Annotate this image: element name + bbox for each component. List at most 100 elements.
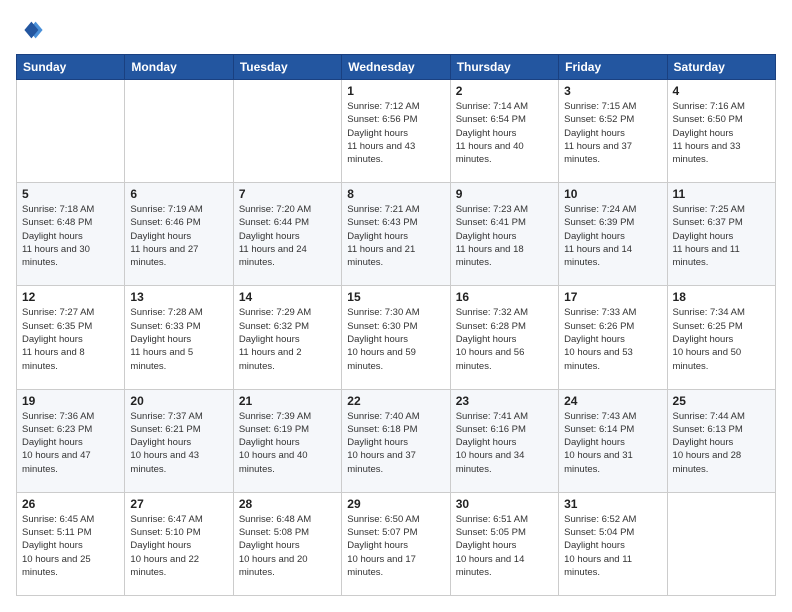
calendar-cell: 26 Sunrise: 6:45 AM Sunset: 5:11 PM Dayl… <box>17 492 125 595</box>
day-header-friday: Friday <box>559 55 667 80</box>
day-info: Sunrise: 6:47 AM Sunset: 5:10 PM Dayligh… <box>130 513 227 579</box>
day-info: Sunrise: 7:16 AM Sunset: 6:50 PM Dayligh… <box>673 100 770 166</box>
day-info: Sunrise: 7:41 AM Sunset: 6:16 PM Dayligh… <box>456 410 553 476</box>
day-info: Sunrise: 7:24 AM Sunset: 6:39 PM Dayligh… <box>564 203 661 269</box>
calendar-cell <box>233 80 341 183</box>
calendar-week-1: 5 Sunrise: 7:18 AM Sunset: 6:48 PM Dayli… <box>17 183 776 286</box>
logo <box>16 16 48 44</box>
day-info: Sunrise: 7:28 AM Sunset: 6:33 PM Dayligh… <box>130 306 227 372</box>
day-info: Sunrise: 7:12 AM Sunset: 6:56 PM Dayligh… <box>347 100 444 166</box>
day-info: Sunrise: 7:37 AM Sunset: 6:21 PM Dayligh… <box>130 410 227 476</box>
calendar-cell: 28 Sunrise: 6:48 AM Sunset: 5:08 PM Dayl… <box>233 492 341 595</box>
calendar-cell: 30 Sunrise: 6:51 AM Sunset: 5:05 PM Dayl… <box>450 492 558 595</box>
calendar-cell: 21 Sunrise: 7:39 AM Sunset: 6:19 PM Dayl… <box>233 389 341 492</box>
day-info: Sunrise: 7:30 AM Sunset: 6:30 PM Dayligh… <box>347 306 444 372</box>
day-header-tuesday: Tuesday <box>233 55 341 80</box>
day-number: 10 <box>564 187 661 201</box>
calendar-cell: 12 Sunrise: 7:27 AM Sunset: 6:35 PM Dayl… <box>17 286 125 389</box>
day-info: Sunrise: 7:39 AM Sunset: 6:19 PM Dayligh… <box>239 410 336 476</box>
calendar-cell: 11 Sunrise: 7:25 AM Sunset: 6:37 PM Dayl… <box>667 183 775 286</box>
calendar-cell: 15 Sunrise: 7:30 AM Sunset: 6:30 PM Dayl… <box>342 286 450 389</box>
calendar-cell: 22 Sunrise: 7:40 AM Sunset: 6:18 PM Dayl… <box>342 389 450 492</box>
day-number: 19 <box>22 394 119 408</box>
day-number: 12 <box>22 290 119 304</box>
day-number: 22 <box>347 394 444 408</box>
day-number: 16 <box>456 290 553 304</box>
logo-icon <box>16 16 44 44</box>
day-info: Sunrise: 7:33 AM Sunset: 6:26 PM Dayligh… <box>564 306 661 372</box>
calendar-cell: 5 Sunrise: 7:18 AM Sunset: 6:48 PM Dayli… <box>17 183 125 286</box>
calendar-cell: 31 Sunrise: 6:52 AM Sunset: 5:04 PM Dayl… <box>559 492 667 595</box>
day-info: Sunrise: 7:29 AM Sunset: 6:32 PM Dayligh… <box>239 306 336 372</box>
day-number: 8 <box>347 187 444 201</box>
calendar-cell: 14 Sunrise: 7:29 AM Sunset: 6:32 PM Dayl… <box>233 286 341 389</box>
calendar-cell: 20 Sunrise: 7:37 AM Sunset: 6:21 PM Dayl… <box>125 389 233 492</box>
calendar-cell: 25 Sunrise: 7:44 AM Sunset: 6:13 PM Dayl… <box>667 389 775 492</box>
day-info: Sunrise: 6:51 AM Sunset: 5:05 PM Dayligh… <box>456 513 553 579</box>
calendar-cell: 16 Sunrise: 7:32 AM Sunset: 6:28 PM Dayl… <box>450 286 558 389</box>
calendar-cell: 8 Sunrise: 7:21 AM Sunset: 6:43 PM Dayli… <box>342 183 450 286</box>
calendar-cell: 1 Sunrise: 7:12 AM Sunset: 6:56 PM Dayli… <box>342 80 450 183</box>
day-number: 4 <box>673 84 770 98</box>
day-number: 5 <box>22 187 119 201</box>
day-number: 1 <box>347 84 444 98</box>
day-info: Sunrise: 7:14 AM Sunset: 6:54 PM Dayligh… <box>456 100 553 166</box>
day-number: 14 <box>239 290 336 304</box>
calendar-cell: 6 Sunrise: 7:19 AM Sunset: 6:46 PM Dayli… <box>125 183 233 286</box>
calendar-cell: 17 Sunrise: 7:33 AM Sunset: 6:26 PM Dayl… <box>559 286 667 389</box>
day-info: Sunrise: 7:32 AM Sunset: 6:28 PM Dayligh… <box>456 306 553 372</box>
day-info: Sunrise: 7:34 AM Sunset: 6:25 PM Dayligh… <box>673 306 770 372</box>
day-number: 3 <box>564 84 661 98</box>
day-info: Sunrise: 7:44 AM Sunset: 6:13 PM Dayligh… <box>673 410 770 476</box>
day-number: 20 <box>130 394 227 408</box>
day-number: 7 <box>239 187 336 201</box>
calendar-cell: 19 Sunrise: 7:36 AM Sunset: 6:23 PM Dayl… <box>17 389 125 492</box>
day-number: 30 <box>456 497 553 511</box>
calendar-cell: 9 Sunrise: 7:23 AM Sunset: 6:41 PM Dayli… <box>450 183 558 286</box>
day-number: 26 <box>22 497 119 511</box>
calendar-cell: 18 Sunrise: 7:34 AM Sunset: 6:25 PM Dayl… <box>667 286 775 389</box>
day-info: Sunrise: 7:20 AM Sunset: 6:44 PM Dayligh… <box>239 203 336 269</box>
day-number: 2 <box>456 84 553 98</box>
day-header-thursday: Thursday <box>450 55 558 80</box>
calendar-week-2: 12 Sunrise: 7:27 AM Sunset: 6:35 PM Dayl… <box>17 286 776 389</box>
day-info: Sunrise: 7:25 AM Sunset: 6:37 PM Dayligh… <box>673 203 770 269</box>
calendar-cell: 13 Sunrise: 7:28 AM Sunset: 6:33 PM Dayl… <box>125 286 233 389</box>
day-number: 25 <box>673 394 770 408</box>
calendar-cell: 24 Sunrise: 7:43 AM Sunset: 6:14 PM Dayl… <box>559 389 667 492</box>
day-number: 6 <box>130 187 227 201</box>
day-info: Sunrise: 6:52 AM Sunset: 5:04 PM Dayligh… <box>564 513 661 579</box>
day-number: 23 <box>456 394 553 408</box>
day-info: Sunrise: 6:50 AM Sunset: 5:07 PM Dayligh… <box>347 513 444 579</box>
day-header-monday: Monday <box>125 55 233 80</box>
day-info: Sunrise: 6:45 AM Sunset: 5:11 PM Dayligh… <box>22 513 119 579</box>
day-number: 17 <box>564 290 661 304</box>
calendar-cell <box>125 80 233 183</box>
calendar-cell: 23 Sunrise: 7:41 AM Sunset: 6:16 PM Dayl… <box>450 389 558 492</box>
day-number: 9 <box>456 187 553 201</box>
calendar-cell <box>17 80 125 183</box>
day-info: Sunrise: 7:40 AM Sunset: 6:18 PM Dayligh… <box>347 410 444 476</box>
day-number: 28 <box>239 497 336 511</box>
day-number: 31 <box>564 497 661 511</box>
calendar-cell: 4 Sunrise: 7:16 AM Sunset: 6:50 PM Dayli… <box>667 80 775 183</box>
day-info: Sunrise: 7:18 AM Sunset: 6:48 PM Dayligh… <box>22 203 119 269</box>
day-info: Sunrise: 7:36 AM Sunset: 6:23 PM Dayligh… <box>22 410 119 476</box>
day-number: 27 <box>130 497 227 511</box>
day-number: 29 <box>347 497 444 511</box>
calendar-cell <box>667 492 775 595</box>
calendar-cell: 10 Sunrise: 7:24 AM Sunset: 6:39 PM Dayl… <box>559 183 667 286</box>
calendar-cell: 7 Sunrise: 7:20 AM Sunset: 6:44 PM Dayli… <box>233 183 341 286</box>
calendar-cell: 29 Sunrise: 6:50 AM Sunset: 5:07 PM Dayl… <box>342 492 450 595</box>
calendar-week-3: 19 Sunrise: 7:36 AM Sunset: 6:23 PM Dayl… <box>17 389 776 492</box>
day-number: 13 <box>130 290 227 304</box>
calendar-cell: 3 Sunrise: 7:15 AM Sunset: 6:52 PM Dayli… <box>559 80 667 183</box>
header <box>16 16 776 44</box>
day-number: 24 <box>564 394 661 408</box>
day-number: 11 <box>673 187 770 201</box>
calendar-header-row: SundayMondayTuesdayWednesdayThursdayFrid… <box>17 55 776 80</box>
day-header-wednesday: Wednesday <box>342 55 450 80</box>
day-info: Sunrise: 7:21 AM Sunset: 6:43 PM Dayligh… <box>347 203 444 269</box>
day-info: Sunrise: 7:23 AM Sunset: 6:41 PM Dayligh… <box>456 203 553 269</box>
calendar-week-0: 1 Sunrise: 7:12 AM Sunset: 6:56 PM Dayli… <box>17 80 776 183</box>
